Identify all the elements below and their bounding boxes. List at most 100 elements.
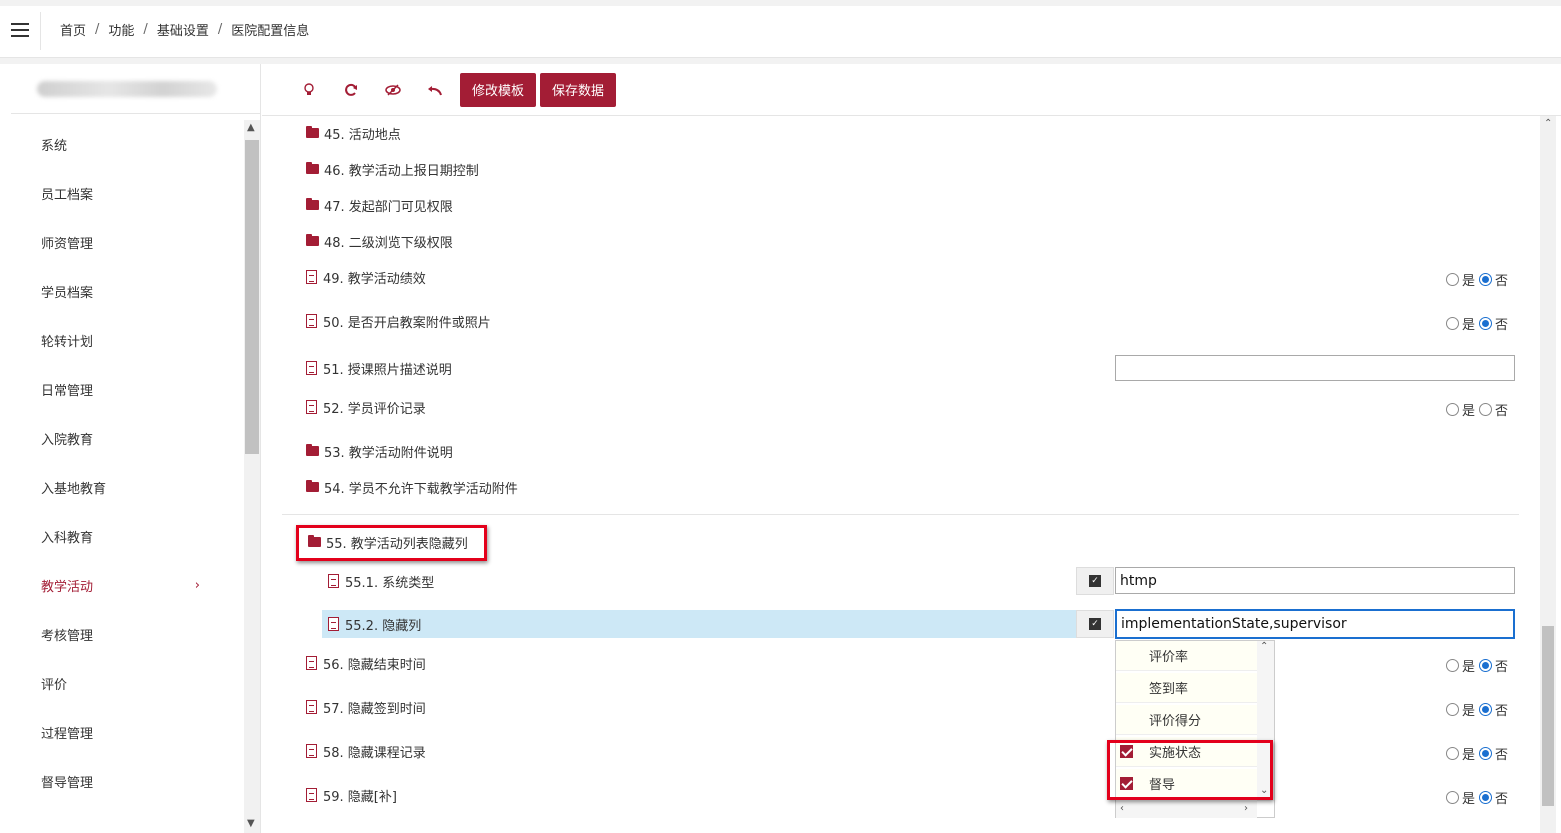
checkbox-unchecked[interactable] (1120, 713, 1133, 726)
radio-yes[interactable] (1446, 273, 1459, 286)
radio-yes[interactable] (1446, 317, 1459, 330)
divider (40, 12, 41, 50)
sidebar-item-label: 系统 (41, 139, 68, 154)
breadcrumb-home[interactable]: 首页 (60, 20, 86, 39)
hidden-columns-input[interactable] (1115, 609, 1515, 639)
tree-node-55-2[interactable]: 55.2. 隐藏列 (328, 613, 421, 635)
tree-node-55-1[interactable]: 55.1. 系统类型 (328, 570, 434, 592)
tree-node-47[interactable]: 47. 发起部门可见权限 (306, 194, 453, 216)
radio-group-52: 是 否 (1446, 400, 1512, 419)
tree-node-57[interactable]: 57. 隐藏签到时间 (306, 696, 426, 718)
sidebar-menu: 系统 员工档案 师资管理 学员档案 轮转计划 日常管理 入院教育 入基地教育 入… (11, 120, 244, 833)
radio-yes[interactable] (1446, 703, 1459, 716)
dropdown-option[interactable]: 签到率 (1116, 673, 1257, 703)
edit-template-button[interactable]: 修改模板 (460, 72, 537, 107)
dropdown-option-label: 评价得分 (1149, 714, 1202, 729)
chevron-left-icon[interactable]: ‹ (1120, 803, 1124, 814)
chevron-up-icon[interactable]: ⌃ (1544, 118, 1552, 129)
tree-node-label: 52. 学员评价记录 (323, 401, 426, 417)
sidebar-item-label: 学员档案 (41, 286, 94, 301)
save-data-button[interactable]: 保存数据 (540, 72, 617, 107)
breadcrumb-basic-settings[interactable]: 基础设置 (157, 20, 209, 39)
radio-no[interactable] (1479, 273, 1493, 286)
checkbox-unchecked[interactable] (1120, 649, 1133, 662)
dropdown-option-label: 签到率 (1149, 682, 1189, 697)
chevron-right-icon[interactable]: › (1244, 803, 1248, 814)
tree-node-46[interactable]: 46. 教学活动上报日期控制 (306, 158, 479, 180)
tree-node-59[interactable]: 59. 隐藏[补] (306, 784, 397, 806)
dropdown-option[interactable]: 评价得分 (1116, 705, 1257, 735)
lightbulb-icon[interactable] (288, 73, 330, 107)
sidebar-item-student-files[interactable]: 学员档案 (11, 267, 244, 316)
annotation-box (296, 525, 487, 561)
breadcrumb-function[interactable]: 功能 (108, 20, 134, 39)
tree-node-48[interactable]: 48. 二级浏览下级权限 (306, 230, 453, 252)
dropdown-option[interactable]: 评价率 (1116, 641, 1257, 671)
sidebar-item-supervision[interactable]: 督导管理 (11, 757, 244, 806)
sidebar-item-system[interactable]: 系统 (11, 120, 244, 169)
tree-node-52[interactable]: 52. 学员评价记录 (306, 396, 426, 418)
scrollbar-thumb[interactable] (245, 140, 259, 454)
radio-no[interactable] (1479, 703, 1493, 716)
radio-yes[interactable] (1446, 403, 1459, 416)
tree-node-50[interactable]: 50. 是否开启教案附件或照片 (306, 310, 491, 332)
tree-node-53[interactable]: 53. 教学活动附件说明 (306, 440, 453, 462)
radio-yes-label: 是 (1462, 274, 1476, 289)
radio-no[interactable] (1479, 403, 1493, 416)
system-type-input[interactable] (1115, 567, 1515, 594)
hamburger-menu-icon[interactable] (11, 23, 29, 37)
sidebar-item-teacher-management[interactable]: 师资管理 (11, 218, 244, 267)
undo-icon[interactable] (414, 73, 456, 107)
sidebar-item-department-education[interactable]: 入科教育 (11, 512, 244, 561)
document-icon (306, 788, 317, 802)
eye-slash-icon[interactable] (372, 73, 414, 107)
radio-yes[interactable] (1446, 791, 1459, 804)
sidebar-item-label: 入基地教育 (41, 482, 107, 497)
sidebar-item-label: 入科教育 (41, 531, 94, 546)
radio-no[interactable] (1479, 791, 1493, 804)
tree-node-51[interactable]: 51. 授课照片描述说明 (306, 357, 452, 379)
chevron-up-icon[interactable]: ⌃ (1260, 641, 1268, 652)
sidebar-item-teaching-activity[interactable]: 教学活动 › (11, 561, 244, 610)
folder-icon (306, 480, 319, 492)
radio-no[interactable] (1479, 317, 1493, 330)
tree-node-54[interactable]: 54. 学员不允许下载教学活动附件 (306, 476, 518, 498)
photo-description-input[interactable] (1115, 355, 1515, 381)
tree-node-49[interactable]: 49. 教学活动绩效 (306, 266, 426, 288)
refresh-icon[interactable] (330, 73, 372, 107)
sidebar-item-label: 日常管理 (41, 384, 94, 399)
radio-group-59: 是 否 (1446, 788, 1512, 807)
scroll-down-icon[interactable]: ▼ (247, 818, 255, 829)
sidebar-item-hospital-education[interactable]: 入院教育 (11, 414, 244, 463)
sidebar-item-label: 督导管理 (41, 776, 94, 791)
radio-yes[interactable] (1446, 747, 1459, 760)
tree-node-45[interactable]: 45. 活动地点 (306, 122, 401, 144)
radio-no-label: 否 (1495, 274, 1509, 289)
sidebar-item-staff-files[interactable]: 员工档案 (11, 169, 244, 218)
sidebar-item-evaluation[interactable]: 评价 (11, 659, 244, 708)
document-icon (306, 400, 317, 414)
tree-node-56[interactable]: 56. 隐藏结束时间 (306, 652, 426, 674)
sidebar-item-assessment[interactable]: 考核管理 (11, 610, 244, 659)
sidebar-item-base-education[interactable]: 入基地教育 (11, 463, 244, 512)
sidebar-item-daily-management[interactable]: 日常管理 (11, 365, 244, 414)
sidebar-item-label: 入院教育 (41, 433, 94, 448)
tree-node-label: 54. 学员不允许下载教学活动附件 (324, 481, 518, 497)
sidebar-item-process-management[interactable]: 过程管理 (11, 708, 244, 757)
tree-node-label: 58. 隐藏课程记录 (323, 745, 426, 761)
checkbox-unchecked[interactable] (1120, 681, 1133, 694)
sidebar-item-rotation-plan[interactable]: 轮转计划 (11, 316, 244, 365)
scrollbar-thumb[interactable] (1542, 626, 1554, 806)
enable-checkbox-55-1[interactable]: ✓ (1076, 567, 1114, 595)
tree-node-58[interactable]: 58. 隐藏课程记录 (306, 740, 426, 762)
document-icon (306, 744, 317, 758)
enable-checkbox-55-2[interactable]: ✓ (1076, 610, 1114, 638)
dropdown-horizontal-scrollbar[interactable]: ‹ › (1116, 801, 1257, 818)
radio-no[interactable] (1479, 659, 1493, 672)
radio-no[interactable] (1479, 747, 1493, 760)
scroll-up-icon[interactable]: ▲ (247, 122, 255, 133)
content-scrollbar[interactable]: ⌃ (1540, 116, 1556, 833)
sidebar-scrollbar[interactable]: ▲ ▼ (244, 120, 260, 833)
radio-yes[interactable] (1446, 659, 1459, 672)
selected-row-highlight (322, 610, 1077, 638)
